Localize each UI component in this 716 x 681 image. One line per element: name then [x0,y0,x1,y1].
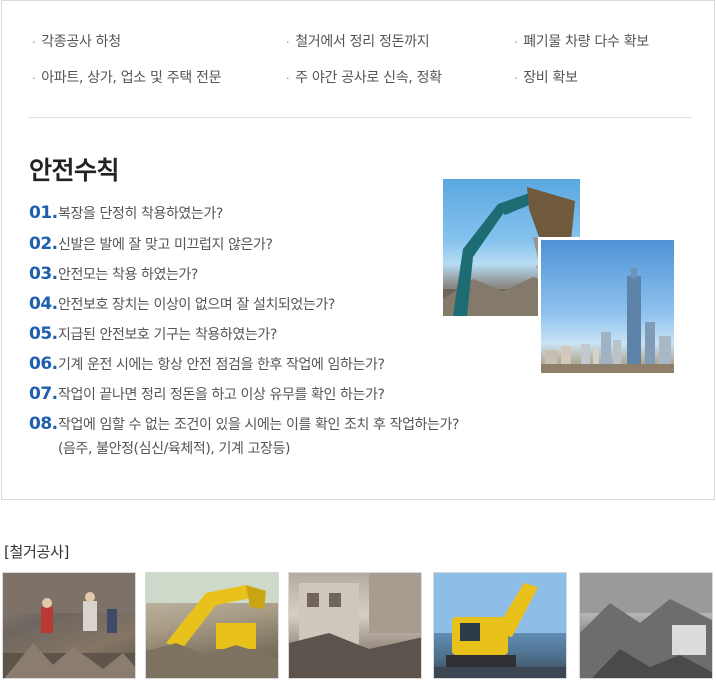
feature-item: · 철거에서 정리 정돈까지 [286,34,430,50]
bullet-icon: · [514,36,518,49]
section-divider [28,117,692,118]
demolished-building-illustration [289,573,421,678]
gallery-title: [철거공사] [4,543,70,561]
bullet-icon: · [32,72,36,85]
feature-item: · 장비 확보 [514,70,578,86]
safety-rule: 08.작업에 임할 수 없는 조건이 있을 시에는 이를 확인 조치 후 작업하… [29,414,460,457]
bullet-icon: · [286,72,290,85]
workers-demolition-illustration [3,573,135,678]
bullet-icon: · [514,72,518,85]
rubble-site-illustration [580,573,712,678]
safety-rule: 03.안전모는 착용 하였는가? [29,264,198,284]
safety-rule: 07.작업이 끝나면 정리 정돈을 하고 이상 유무를 확인 하는가? [29,384,385,404]
feature-item: · 각종공사 하청 [32,34,121,50]
gallery-thumbnail[interactable] [2,572,136,679]
safety-rule: 05.지급된 안전보호 기구는 착용하였는가? [29,324,277,344]
city-skyline-photo [538,237,674,373]
skyline-illustration [541,268,674,373]
gallery-thumbnail[interactable] [433,572,567,679]
mini-excavator-illustration [434,573,566,678]
bullet-icon: · [32,36,36,49]
gallery-thumbnail[interactable] [579,572,713,679]
info-card: · 각종공사 하청 · 철거에서 정리 정돈까지 · 폐기물 차량 다수 확보 · 아파… [1,0,715,500]
yellow-excavator-illustration [146,573,278,678]
bullet-icon: · [286,36,290,49]
feature-item: · 주 야간 공사로 신속, 정확 [286,70,442,86]
gallery-thumbnail[interactable] [145,572,279,679]
gallery-thumbnail[interactable] [288,572,422,679]
feature-item: · 아파트, 상가, 업소 및 주택 전문 [32,70,222,86]
safety-rule: 04.안전보호 장치는 이상이 없으며 잘 설치되었는가? [29,294,335,314]
safety-rule: 01.복장을 단정히 착용하였는가? [29,203,223,223]
safety-title: 안전수칙 [29,156,120,185]
safety-rule-note: (음주, 불안정(심신/육체적), 기계 고장등) [58,441,291,457]
safety-rule: 02.신발은 발에 잘 맞고 미끄럽지 않은가? [29,234,273,254]
safety-rule: 06.기계 운전 시에는 항상 안전 점검을 한후 작업에 임하는가? [29,354,385,374]
feature-item: · 폐기물 차량 다수 확보 [514,34,649,50]
